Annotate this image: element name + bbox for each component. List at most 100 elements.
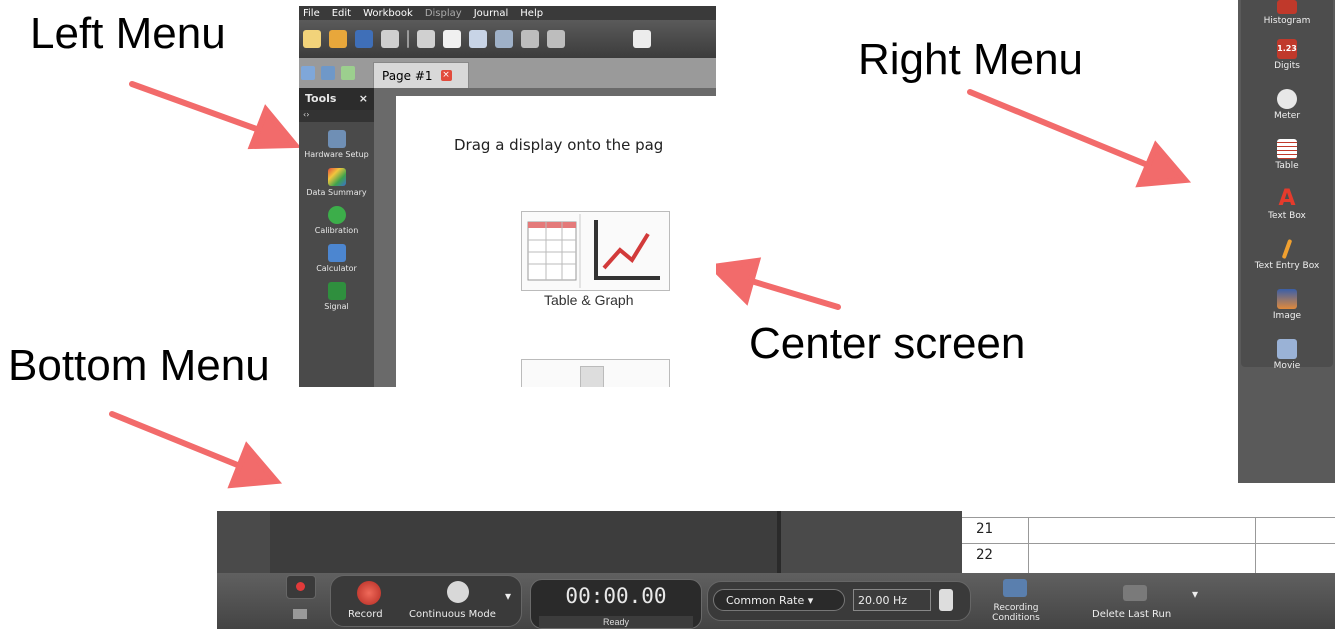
template-icon [580, 366, 604, 387]
tab-label: Page #1 [382, 68, 433, 83]
mode-dropdown-icon[interactable]: ▾ [505, 589, 511, 603]
second-template[interactable] [521, 359, 670, 387]
redo-icon[interactable] [547, 30, 565, 48]
display-digits[interactable]: 1.23 Digits [1241, 39, 1333, 86]
calibration-icon [327, 206, 346, 224]
gear-icon[interactable] [321, 66, 335, 80]
page-canvas: Drag a display onto the pag Table & Grap… [396, 96, 716, 387]
display-histogram[interactable]: Histogram [1241, 0, 1333, 36]
tools-close-icon[interactable]: × [359, 92, 368, 106]
tool-data-summary[interactable]: Data Summary [299, 168, 374, 198]
delete-dropdown-icon[interactable]: ▾ [1192, 587, 1198, 601]
cut-icon[interactable] [417, 30, 435, 48]
table-graph-template[interactable] [521, 211, 670, 291]
recording-conditions-icon[interactable] [1003, 579, 1027, 597]
table-col-line [1028, 517, 1029, 573]
tool-label: Data Summary [306, 188, 367, 197]
camera-icon[interactable] [633, 30, 651, 48]
table-graph-icon [527, 214, 660, 288]
table-col-line [1255, 517, 1256, 573]
tool-label: Hardware Setup [304, 150, 369, 159]
page-area: Drag a display onto the pag Table & Grap… [374, 88, 716, 387]
copy-icon[interactable] [443, 30, 461, 48]
toolbar-divider [407, 30, 409, 48]
center-arrow-line [745, 277, 841, 310]
common-rate-dropdown[interactable]: Common Rate ▾ [713, 589, 845, 611]
text-box-icon: A [1278, 186, 1296, 211]
status-text: Ready [539, 616, 693, 628]
left-arrowhead [247, 104, 302, 150]
display-label: Histogram [1263, 16, 1311, 26]
menu-workbook[interactable]: Workbook [363, 8, 413, 19]
record-dot-icon [296, 582, 305, 591]
rate-value-field[interactable]: 20.00 Hz [853, 589, 931, 611]
new-file-icon[interactable] [303, 30, 321, 48]
rate-label: Common Rate [726, 594, 805, 607]
tool-calculator[interactable]: Calculator [299, 244, 374, 274]
journal-icon[interactable] [341, 66, 355, 80]
close-icon[interactable]: × [440, 70, 452, 81]
tool-signal[interactable]: Signal [299, 282, 374, 312]
display-image[interactable]: Image [1241, 289, 1333, 336]
signal-icon [327, 282, 346, 300]
tool-hardware-setup[interactable]: Hardware Setup [299, 130, 374, 160]
save-icon[interactable] [355, 30, 373, 48]
tool-label: Signal [324, 302, 349, 311]
text-entry-icon [1281, 238, 1293, 260]
display-meter[interactable]: Meter [1241, 89, 1333, 136]
bottom-menu-panel: 21 22 Record Continuous Mode ▾ 00:00.00 … [217, 511, 1335, 629]
table-line [962, 543, 1335, 544]
display-label: Text Box [1268, 211, 1306, 221]
menu-file[interactable]: File [303, 8, 320, 19]
delete-last-run-icon[interactable] [1123, 585, 1147, 601]
display-label: Table [1275, 161, 1299, 171]
playback-icon[interactable] [293, 609, 307, 619]
tool-label: Calibration [314, 226, 359, 235]
tools-title: Tools [305, 92, 337, 105]
display-text-entry-box[interactable]: Text Entry Box [1241, 238, 1333, 286]
conditions-line-2: Conditions [992, 613, 1040, 623]
calculator-icon [327, 244, 346, 262]
display-movie[interactable]: Movie [1241, 339, 1333, 386]
menu-journal[interactable]: Journal [474, 8, 509, 19]
bottom-arrow-line [109, 411, 243, 469]
tool-calibration[interactable]: Calibration [299, 206, 374, 236]
delete-last-run-label: Delete Last Run [1092, 609, 1172, 620]
recording-controls: Record Continuous Mode ▾ 00:00.00 Ready … [217, 573, 1335, 629]
print-icon[interactable] [381, 30, 399, 48]
delete-icon[interactable] [495, 30, 513, 48]
main-toolbar [299, 20, 716, 58]
tab-bar: Page #1 × [299, 58, 716, 88]
app-left-panel: File Edit Workbook Display Journal Help … [299, 6, 716, 387]
movie-icon [1277, 339, 1297, 359]
image-icon [1277, 289, 1297, 309]
tools-header: Tools × [299, 88, 374, 110]
open-folder-icon[interactable] [329, 30, 347, 48]
undo-icon[interactable] [521, 30, 539, 48]
record-label: Record [348, 609, 383, 620]
pages-icon[interactable] [301, 66, 315, 80]
tool-label: Calculator [316, 264, 357, 273]
display-label: Digits [1274, 61, 1300, 71]
menu-help[interactable]: Help [520, 8, 543, 19]
menu-edit[interactable]: Edit [332, 8, 351, 19]
display-label: Image [1272, 311, 1302, 321]
menu-display[interactable]: Display [425, 8, 462, 19]
display-table[interactable]: Table [1241, 139, 1333, 186]
meter-icon [1277, 89, 1297, 109]
record-button[interactable] [357, 581, 381, 605]
continuous-mode-icon[interactable] [447, 581, 469, 603]
display-text-box[interactable]: A Text Box [1241, 186, 1333, 236]
record-mode-toggle[interactable] [286, 575, 316, 599]
right-arrowhead [1135, 140, 1192, 188]
data-table: 21 22 [962, 511, 1335, 573]
center-arrowhead [706, 257, 762, 306]
display-label: Meter [1273, 111, 1301, 121]
tab-page-1[interactable]: Page #1 × [373, 62, 469, 88]
display-label: Text Entry Box [1254, 261, 1320, 271]
histogram-icon [1277, 0, 1297, 14]
rate-stepper[interactable] [939, 589, 953, 611]
workspace-dark-area [270, 511, 781, 573]
paste-icon[interactable] [469, 30, 487, 48]
timer-value: 00:00.00 [565, 584, 667, 608]
